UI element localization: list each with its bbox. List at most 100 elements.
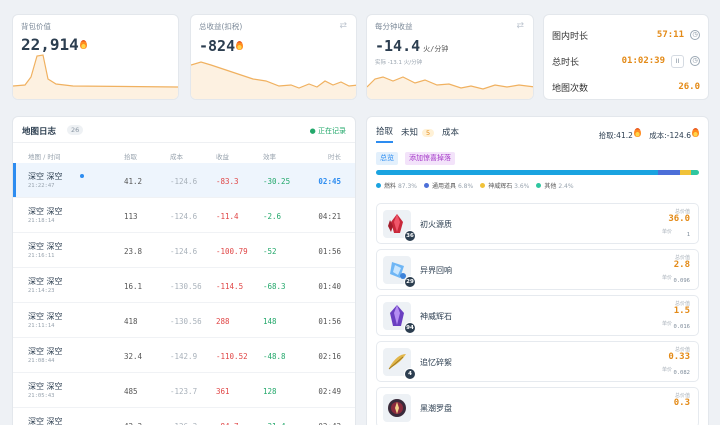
row-time: 21:16:11 [28, 253, 55, 259]
row-pick: 32.4 [124, 352, 143, 361]
drop-item-card[interactable]: 94 神威辉石 总价值 1.5 单价 0.016 [376, 295, 699, 336]
legend-entry: 神威辉石 3.6% [480, 183, 529, 190]
row-time: 21:22:47 [28, 183, 55, 189]
row-pick: 41.2 [124, 177, 143, 186]
col-efficiency[interactable]: 效率 [263, 151, 276, 161]
log-row[interactable]: 深空 深空 21:05:43 485 -123.7 361 128 02:49 [13, 373, 355, 408]
clock-icon[interactable]: ◷ [690, 30, 700, 40]
drop-item-card[interactable]: 4 追忆碎絮 总价值 0.33 单价 0.082 [376, 341, 699, 382]
detail-panel: 拾取 未知 5 成本 拾取:41.2 成本:-124.6 总览 添加惊喜掉落 燃料… [366, 116, 709, 425]
col-pick[interactable]: 拾取 [124, 151, 137, 161]
row-duration: 01:56 [318, 317, 341, 326]
row-cost: -124.6 [170, 247, 198, 256]
row-map: 深空 深空 [28, 207, 63, 216]
item-unit-price: 0.096 [673, 278, 690, 284]
legend-dot [376, 183, 381, 188]
log-row[interactable]: 深空 深空 21:08:44 32.4 -142.9 -110.52 -48.8 02:16 [13, 338, 355, 373]
map-time-label: 图内时长 [552, 31, 589, 42]
per-minute-unit: 火/分钟 [423, 45, 449, 53]
current-dot [80, 174, 84, 178]
log-row[interactable]: 深空 深空 21:16:11 23.8 -124.6 -100.79 -52 01:56 [13, 233, 355, 268]
row-efficiency: -68.3 [263, 282, 286, 291]
drop-item-card[interactable]: 36 初火源质 总价值 36.0 单价 1 [376, 203, 699, 244]
map-count-row: 地图次数 26.0 [552, 76, 700, 98]
row-pick: 485 [124, 387, 138, 396]
drop-item-card[interactable]: 黑潮罗盘 总价值 0.3 [376, 387, 699, 425]
item-total-value: 2.8 [673, 260, 690, 270]
timers-card: 图内时长 57:11 ◷ 总时长 01:02:39 II ◷ 地图次数 26.0 [543, 14, 709, 100]
item-name: 异界回响 [420, 266, 452, 275]
filter-overview[interactable]: 总览 [376, 152, 398, 165]
row-income: 288 [216, 317, 230, 326]
col-duration[interactable]: 时长 [328, 151, 341, 161]
row-efficiency: -30.25 [263, 177, 291, 186]
row-cost: -124.6 [170, 177, 198, 186]
map-log-count: 26 [67, 125, 84, 135]
legend-entry: 其他 2.4% [536, 183, 574, 190]
row-map: 深空 深空 [28, 242, 63, 251]
row-cost: -142.9 [170, 352, 198, 361]
log-row[interactable]: 深空 深空 21:14:23 16.1 -130.56 -114.5 -68.3 01:40 [13, 268, 355, 303]
item-quantity: 29 [404, 276, 416, 288]
item-total-value: 0.33 [668, 352, 690, 362]
per-minute-value: -14.4 火/分钟 [375, 37, 449, 55]
detail-summary: 拾取:41.2 成本:-124.6 [599, 128, 699, 141]
item-name: 初火源质 [420, 220, 452, 229]
distribution-segment [691, 170, 699, 175]
pause-button[interactable]: II [671, 54, 684, 68]
item-unit-price: 0.016 [673, 324, 690, 330]
flame-icon [633, 128, 641, 137]
col-map-time[interactable]: 地图 / 时间 [28, 151, 60, 161]
row-cost: -130.56 [170, 317, 202, 326]
flame-icon [236, 41, 244, 50]
map-time-value: 57:11 [656, 30, 684, 40]
tab-unknown[interactable]: 未知 5 [401, 126, 435, 138]
total-time-label: 总时长 [552, 57, 580, 68]
item-unit-price: 1 [686, 232, 690, 238]
total-profit-value: -824 [199, 37, 244, 55]
total-profit-label: 总收益(扣税) [199, 22, 243, 31]
row-map: 深空 深空 [28, 172, 63, 181]
row-income: -110.52 [216, 352, 248, 361]
log-row[interactable]: 深空 深空 21:11:14 418 -130.56 288 148 01:56 [13, 303, 355, 338]
flame-icon [692, 128, 699, 137]
total-time-row: 总时长 01:02:39 II ◷ [552, 50, 700, 72]
row-map: 深空 深空 [28, 312, 63, 321]
total-profit-card: 总收益(扣税) ⇄ -824 [190, 14, 357, 100]
col-cost[interactable]: 成本 [170, 151, 183, 161]
row-duration: 01:56 [318, 247, 341, 256]
row-pick: 418 [124, 317, 138, 326]
row-time: 21:14:23 [28, 288, 55, 294]
legend-entry: 通用道具 6.8% [424, 183, 473, 190]
item-quantity: 36 [404, 230, 416, 242]
legend-entry: 燃料 87.3% [376, 183, 417, 190]
log-row[interactable]: 深空 深空21:02:1042.3-126.3-84.7-31.402:42 [13, 408, 355, 425]
swap-icon[interactable]: ⇄ [339, 21, 347, 31]
row-pick: 23.8 [124, 247, 143, 256]
per-minute-actual: 实际 -13.1 火/分钟 [375, 60, 423, 66]
row-pick: 113 [124, 212, 138, 221]
tab-pick[interactable]: 拾取 [376, 125, 394, 143]
distribution-segment [679, 170, 692, 175]
row-map: 深空 深空 [28, 277, 63, 286]
bag-value-label: 背包价值 [21, 22, 51, 31]
item-total-value: 0.3 [673, 398, 690, 408]
per-minute-card: 每分钟收益 ⇄ -14.4 火/分钟 实际 -13.1 火/分钟 [366, 14, 534, 100]
swap-icon[interactable]: ⇄ [516, 21, 524, 31]
row-time: 21:08:44 [28, 358, 55, 364]
row-income: -83.3 [216, 177, 239, 186]
clock-icon[interactable]: ◷ [690, 56, 700, 66]
drop-item-card[interactable]: 29 异界回响 总价值 2.8 单价 0.096 [376, 249, 699, 290]
unknown-count-badge: 5 [422, 129, 435, 137]
row-duration: 02:45 [318, 177, 341, 186]
item-quantity: 94 [404, 322, 416, 334]
row-income: -11.4 [216, 212, 239, 221]
row-efficiency: -2.6 [263, 212, 282, 221]
filter-add-surprise[interactable]: 添加惊喜掉落 [405, 152, 455, 165]
log-row[interactable]: 深空 深空 21:22:47 41.2 -124.6 -83.3 -30.25 02:45 [13, 163, 355, 198]
col-income[interactable]: 收益 [216, 151, 229, 161]
tab-cost[interactable]: 成本 [442, 126, 459, 138]
map-log-panel: 地图日志 26 ● 正在记录 地图 / 时间 拾取 成本 收益 效率 时长 深空… [12, 116, 356, 425]
log-row[interactable]: 深空 深空 21:18:14 113 -124.6 -11.4 -2.6 04:21 [13, 198, 355, 233]
legend-dot [424, 183, 429, 188]
